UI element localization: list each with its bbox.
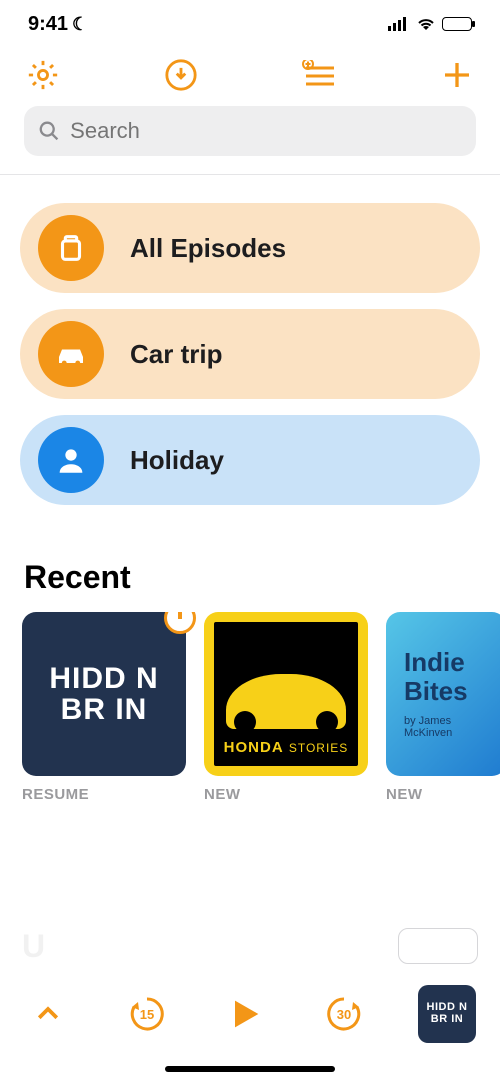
status-bar: 9:41 ☾ [0, 0, 500, 48]
skip-back-button[interactable]: 15 [123, 990, 171, 1038]
queue-button[interactable] [300, 56, 338, 94]
add-to-list-icon [300, 60, 338, 90]
recent-item-3[interactable]: Indie Bites by James McKinven NEW [386, 612, 500, 803]
category-label: Holiday [130, 445, 224, 476]
home-indicator [165, 1066, 335, 1072]
mini-player: 15 30 HIDD N BR IN [0, 968, 500, 1060]
episodes-icon [38, 215, 104, 281]
plus-icon [441, 59, 473, 91]
podcast-art-indie-bites[interactable]: Indie Bites by James McKinven [386, 612, 500, 776]
recent-status: RESUME [22, 786, 186, 803]
search-container [0, 106, 500, 174]
search-input[interactable] [70, 118, 462, 144]
play-button[interactable] [221, 990, 269, 1038]
category-all-episodes[interactable]: All Episodes [20, 203, 480, 293]
art-byline: by James McKinven [404, 715, 488, 739]
status-time-group: 9:41 ☾ [28, 13, 88, 36]
download-circle-icon [164, 58, 198, 92]
person-icon [38, 427, 104, 493]
search-icon [38, 119, 60, 143]
recent-status: NEW [386, 786, 500, 803]
expand-player-button[interactable] [24, 990, 72, 1038]
wifi-icon [416, 17, 436, 31]
gear-icon [26, 58, 60, 92]
toolbar [0, 48, 500, 106]
categories-list: All Episodes Car trip Holiday [0, 175, 500, 515]
now-playing-art[interactable]: HIDD N BR IN [418, 985, 476, 1043]
settings-button[interactable] [24, 56, 62, 94]
category-holiday[interactable]: Holiday [20, 415, 480, 505]
downloads-button[interactable] [162, 56, 200, 94]
play-icon [225, 994, 265, 1034]
art-text: Indie [404, 649, 465, 676]
category-label: All Episodes [130, 233, 286, 264]
search-field[interactable] [24, 106, 476, 156]
art-text: HIDD N [49, 663, 158, 695]
status-indicators [388, 17, 472, 31]
recent-title: Recent [0, 515, 500, 612]
art-text: Bites [404, 676, 468, 707]
skip-forward-30-icon: 30 [323, 993, 365, 1035]
skip-forward-button[interactable]: 30 [320, 990, 368, 1038]
moon-icon: ☾ [72, 14, 88, 35]
podcast-art-honda-stories[interactable]: HONDA STORIES [204, 612, 368, 776]
svg-text:15: 15 [139, 1007, 153, 1022]
category-car-trip[interactable]: Car trip [20, 309, 480, 399]
skip-back-15-icon: 15 [126, 993, 168, 1035]
recent-status: NEW [204, 786, 368, 803]
car-illustration [226, 674, 346, 729]
recent-row[interactable]: HIDD N BR IN RESUME HONDA STORIES NEW In… [0, 612, 500, 803]
chevron-up-icon [33, 999, 63, 1029]
category-label: Car trip [130, 339, 222, 370]
car-icon [38, 321, 104, 387]
add-button[interactable] [438, 56, 476, 94]
art-text: HONDA STORIES [224, 733, 349, 766]
battery-icon [442, 17, 472, 31]
svg-text:30: 30 [336, 1007, 350, 1022]
recent-item-1[interactable]: HIDD N BR IN RESUME [22, 612, 186, 803]
status-time: 9:41 [28, 13, 68, 36]
cutoff-section: U [22, 928, 478, 968]
segmented-control[interactable] [398, 928, 478, 964]
recent-item-2[interactable]: HONDA STORIES NEW [204, 612, 368, 803]
art-text: BR IN [61, 694, 148, 726]
art-text: BR IN [431, 1014, 463, 1026]
cellular-icon [388, 17, 410, 31]
podcast-art-hidden-brain[interactable]: HIDD N BR IN [22, 612, 186, 776]
